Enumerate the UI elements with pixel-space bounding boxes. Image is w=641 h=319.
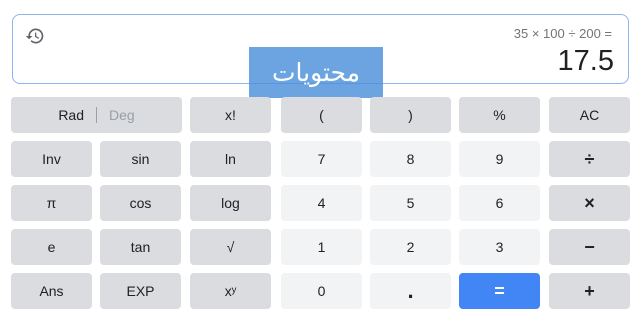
percent-button[interactable]: % xyxy=(459,97,540,133)
angle-mode-toggle[interactable]: Rad Deg xyxy=(11,97,182,133)
digit-1-button[interactable]: 1 xyxy=(281,229,362,265)
sin-button[interactable]: sin xyxy=(100,141,181,177)
digit-2-button[interactable]: 2 xyxy=(370,229,451,265)
log-button[interactable]: log xyxy=(190,185,271,221)
square-root-button[interactable]: √ xyxy=(190,229,271,265)
exp-button[interactable]: EXP xyxy=(100,273,181,309)
inverse-button[interactable]: Inv xyxy=(11,141,92,177)
digit-0-button[interactable]: 0 xyxy=(281,273,362,309)
divide-button[interactable]: ÷ xyxy=(549,141,630,177)
angle-mode-divider xyxy=(96,107,97,123)
deg-button[interactable]: Deg xyxy=(99,107,145,123)
history-icon[interactable] xyxy=(25,26,45,46)
watermark-logo: محتويات xyxy=(249,47,383,98)
digit-6-button[interactable]: 6 xyxy=(459,185,540,221)
euler-button[interactable]: e xyxy=(11,229,92,265)
digit-3-button[interactable]: 3 xyxy=(459,229,540,265)
digit-8-button[interactable]: 8 xyxy=(370,141,451,177)
open-paren-button[interactable]: ( xyxy=(281,97,362,133)
expression-text: 35 × 100 ÷ 200 = xyxy=(513,26,612,41)
tan-button[interactable]: tan xyxy=(100,229,181,265)
all-clear-button[interactable]: AC xyxy=(549,97,630,133)
digit-7-button[interactable]: 7 xyxy=(281,141,362,177)
factorial-button[interactable]: x! xyxy=(190,97,271,133)
digit-4-button[interactable]: 4 xyxy=(281,185,362,221)
minus-button[interactable]: − xyxy=(549,229,630,265)
decimal-button[interactable]: . xyxy=(370,273,451,309)
plus-button[interactable]: + xyxy=(549,273,630,309)
multiply-button[interactable]: × xyxy=(549,185,630,221)
cos-button[interactable]: cos xyxy=(100,185,181,221)
digit-9-button[interactable]: 9 xyxy=(459,141,540,177)
digit-5-button[interactable]: 5 xyxy=(370,185,451,221)
equals-button[interactable]: = xyxy=(459,273,540,309)
result-text: 17.5 xyxy=(557,45,614,77)
power-button[interactable]: xʸ xyxy=(190,273,271,309)
close-paren-button[interactable]: ) xyxy=(370,97,451,133)
ln-button[interactable]: ln xyxy=(190,141,271,177)
rad-button[interactable]: Rad xyxy=(48,107,94,123)
answer-button[interactable]: Ans xyxy=(11,273,92,309)
pi-button[interactable]: π xyxy=(11,185,92,221)
